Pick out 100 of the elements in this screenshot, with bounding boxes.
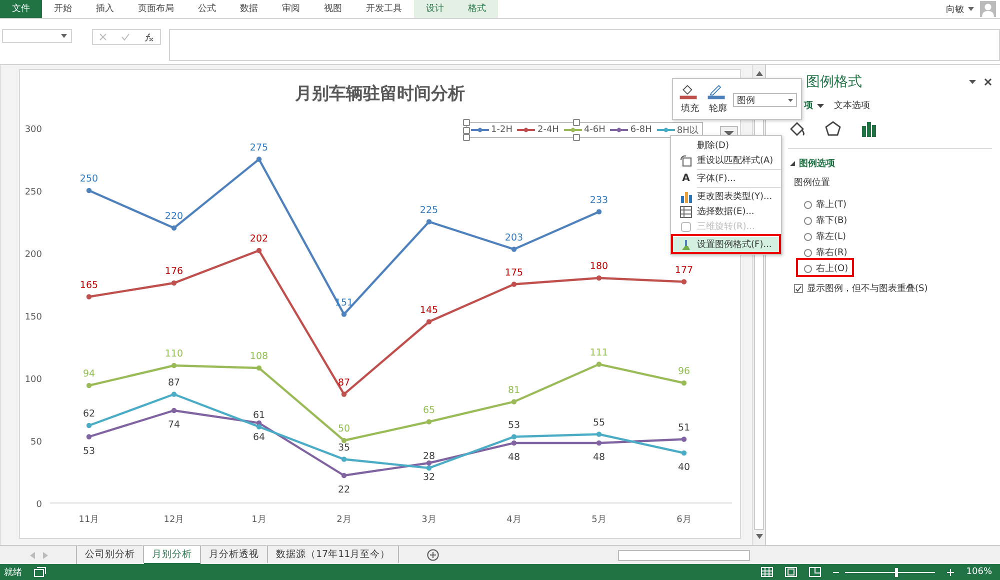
data-label: 108	[250, 351, 268, 362]
radio-button[interactable]	[804, 264, 812, 272]
caret-icon[interactable]	[817, 104, 824, 108]
scroll-up-icon[interactable]	[756, 71, 762, 76]
macro-icon[interactable]	[34, 567, 46, 577]
toolbar-button[interactable]: 轮廓	[705, 83, 731, 115]
data-point	[256, 365, 262, 371]
axis-tick-label: 150	[24, 312, 42, 322]
radio-button[interactable]	[804, 232, 812, 240]
ribbon-tab[interactable]: 视图	[312, 0, 354, 18]
radio-label[interactable]: 靠右(R)	[816, 246, 848, 259]
legend-label: 4-6H	[584, 125, 606, 135]
function-icon[interactable]	[144, 32, 154, 42]
radio-label[interactable]: 靠左(L)	[816, 230, 846, 243]
radio-label[interactable]: 右上(O)	[816, 262, 848, 275]
horizontal-scrollbar[interactable]	[618, 550, 750, 560]
data-label: 225	[420, 204, 438, 216]
ribbon-tab[interactable]: 开始	[42, 0, 84, 18]
axis-tick-label: 2月	[336, 515, 352, 525]
data-point	[86, 422, 92, 428]
menu-item[interactable]: 设置图例格式(F)...	[671, 237, 781, 252]
ribbon-tab[interactable]: 页面布局	[126, 0, 186, 18]
data-point	[341, 312, 347, 317]
element-dropdown[interactable]: 图例	[733, 93, 797, 107]
page-layout-icon[interactable]	[785, 567, 798, 577]
radio-label[interactable]: 靠下(B)	[816, 214, 848, 227]
zoom-in-icon[interactable]	[947, 568, 954, 576]
ribbon-tab[interactable]: 设计	[414, 0, 456, 18]
ribbon-tab[interactable]: 文件	[0, 0, 42, 18]
menu-item[interactable]: A 字体(F)...	[671, 171, 781, 186]
data-point	[681, 436, 687, 442]
data-point	[681, 279, 687, 284]
formula-field[interactable]	[169, 29, 1000, 61]
toolbar-button[interactable]: 填充	[677, 83, 703, 115]
menu-item[interactable]: 更改图表类型(Y)...	[671, 189, 781, 204]
legend-line-icon	[517, 127, 536, 133]
ribbon-tab[interactable]: 公式	[186, 0, 228, 18]
section-title[interactable]: 图例选项	[799, 157, 835, 170]
pentagon-icon[interactable]	[824, 120, 842, 138]
normal-view-icon[interactable]	[761, 567, 774, 577]
caret-icon	[788, 98, 793, 102]
data-point	[341, 392, 347, 397]
data-label: 61	[252, 410, 266, 421]
data-label: 275	[250, 142, 268, 154]
check-icon[interactable]	[121, 33, 130, 41]
selection-handle[interactable]	[572, 134, 580, 141]
menu-item[interactable]: 删除(D)	[671, 138, 781, 153]
data-label: 53	[508, 420, 520, 431]
ribbon-tab[interactable]: 插入	[84, 0, 126, 18]
checkbox[interactable]	[794, 284, 803, 293]
menu-item[interactable]: 重设以匹配样式(A)	[671, 153, 781, 168]
add-sheet-icon[interactable]	[427, 549, 440, 561]
page-break-icon[interactable]	[809, 567, 822, 577]
data-label: 40	[678, 462, 690, 473]
rounded-square-icon	[680, 220, 692, 232]
data-label: 53	[82, 446, 96, 457]
pane-tab[interactable]: 项	[804, 99, 824, 112]
caret-icon[interactable]	[968, 7, 974, 11]
caret-icon[interactable]	[969, 80, 976, 84]
radio-button[interactable]	[804, 216, 812, 224]
data-label: 48	[508, 452, 520, 463]
legend-line-icon	[610, 127, 628, 133]
paint-bucket-icon[interactable]	[788, 120, 806, 138]
checkbox-label[interactable]: 显示图例，但不与图表重叠(S)	[807, 282, 928, 295]
data-label: 175	[504, 267, 524, 278]
data-point	[681, 380, 687, 386]
ribbon-tab[interactable]: 格式	[456, 0, 498, 18]
radio-button[interactable]	[804, 200, 812, 208]
user-name[interactable]: 向敏	[946, 2, 964, 16]
zoom-slider[interactable]	[894, 568, 898, 576]
radio-label[interactable]: 靠上(T)	[816, 198, 847, 211]
zoom-percent[interactable]: 106%	[966, 567, 992, 577]
ribbon-tab[interactable]: 审阅	[270, 0, 312, 18]
data-point	[596, 362, 602, 367]
sheet-tab[interactable]: 月别分析	[144, 546, 201, 564]
data-point	[511, 246, 517, 252]
selection-handle[interactable]	[572, 119, 580, 126]
chart-legend[interactable]: 1-2H 2-4H 4-6H 6-8H 8H以	[466, 122, 704, 138]
close-icon[interactable]	[984, 78, 992, 86]
chart-title[interactable]: 月别车辆驻留时间分析	[270, 82, 490, 105]
axis-tick-label: 200	[24, 250, 42, 260]
legend-label: 2-4H	[537, 125, 559, 135]
data-point	[171, 408, 177, 414]
ribbon-tab[interactable]: 开发工具	[354, 0, 414, 18]
axis-tick-label: 250	[24, 188, 42, 198]
menu-item[interactable]: 选择数据(E)...	[671, 204, 781, 219]
bar-chart-icon[interactable]	[860, 120, 878, 138]
axis-tick-label: 5月	[592, 515, 606, 525]
data-label: 28	[422, 451, 436, 462]
ribbon-tab[interactable]: 数据	[228, 0, 270, 18]
scroll-down-icon[interactable]	[756, 534, 762, 539]
radio-button[interactable]	[804, 248, 812, 256]
reset-style-icon	[680, 154, 692, 166]
data-label: 51	[678, 422, 690, 434]
collapse-icon[interactable]	[790, 161, 795, 166]
data-label: 22	[338, 484, 350, 496]
data-label: 177	[674, 264, 694, 276]
data-label: 145	[420, 304, 438, 316]
pane-tab[interactable]: 文本选项	[834, 99, 870, 112]
data-label: 32	[422, 472, 436, 483]
